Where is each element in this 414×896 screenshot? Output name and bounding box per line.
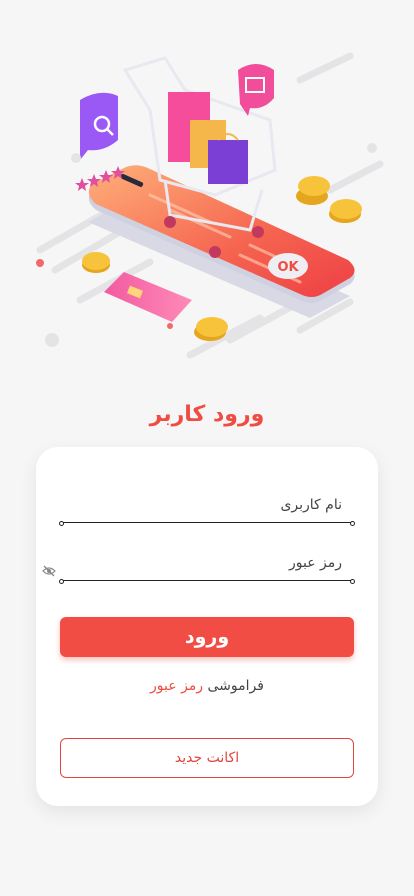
underline-endpoint (350, 521, 355, 526)
forgot-prefix: فراموشی (207, 678, 264, 694)
page-title: ورود کاربر (149, 402, 265, 427)
forgot-password: فراموشی رمز عبور (36, 678, 378, 694)
new-account-button[interactable]: اکانت جدید (60, 738, 354, 778)
username-label: نام کاربری (280, 497, 342, 513)
eye-off-icon[interactable] (42, 565, 56, 577)
password-field[interactable]: رمز عبور (59, 555, 355, 584)
hero-illustration: OK (36, 52, 384, 359)
username-underline (60, 522, 354, 523)
login-button[interactable]: ورود (60, 617, 354, 657)
ok-badge-text: OK (277, 260, 299, 275)
underline-endpoint (350, 579, 355, 584)
underline-endpoint (59, 521, 64, 526)
underline-endpoint (59, 579, 64, 584)
forgot-password-link[interactable]: رمز عبور (150, 678, 203, 694)
password-label: رمز عبور (288, 555, 342, 571)
username-field[interactable]: نام کاربری (59, 497, 355, 526)
login-card: نام کاربری رمز عبور ورود فراموشی رمز عبو… (36, 447, 378, 806)
password-underline (60, 580, 354, 581)
